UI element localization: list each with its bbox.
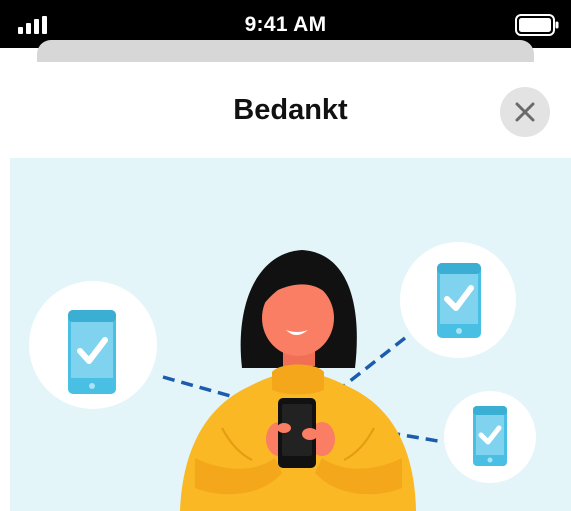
phone-check-icon [437,263,481,338]
top-right-phone-bubble [400,242,516,358]
left-phone-bubble [29,281,157,409]
sheet-header: Bedankt [10,62,571,158]
close-button[interactable] [500,87,550,137]
bottom-sheet: Bedankt [10,62,571,511]
status-time: 9:41 AM [244,13,327,36]
bottom-right-phone-bubble [444,391,536,483]
phone-check-icon [473,406,507,466]
close-icon [515,102,535,122]
person-figure [180,250,416,511]
phone-check-icon [68,310,116,394]
sheet-title: Bedankt [233,94,348,126]
battery-icon [515,14,559,36]
illustration-artwork [29,242,536,511]
thank-you-illustration [10,158,571,511]
